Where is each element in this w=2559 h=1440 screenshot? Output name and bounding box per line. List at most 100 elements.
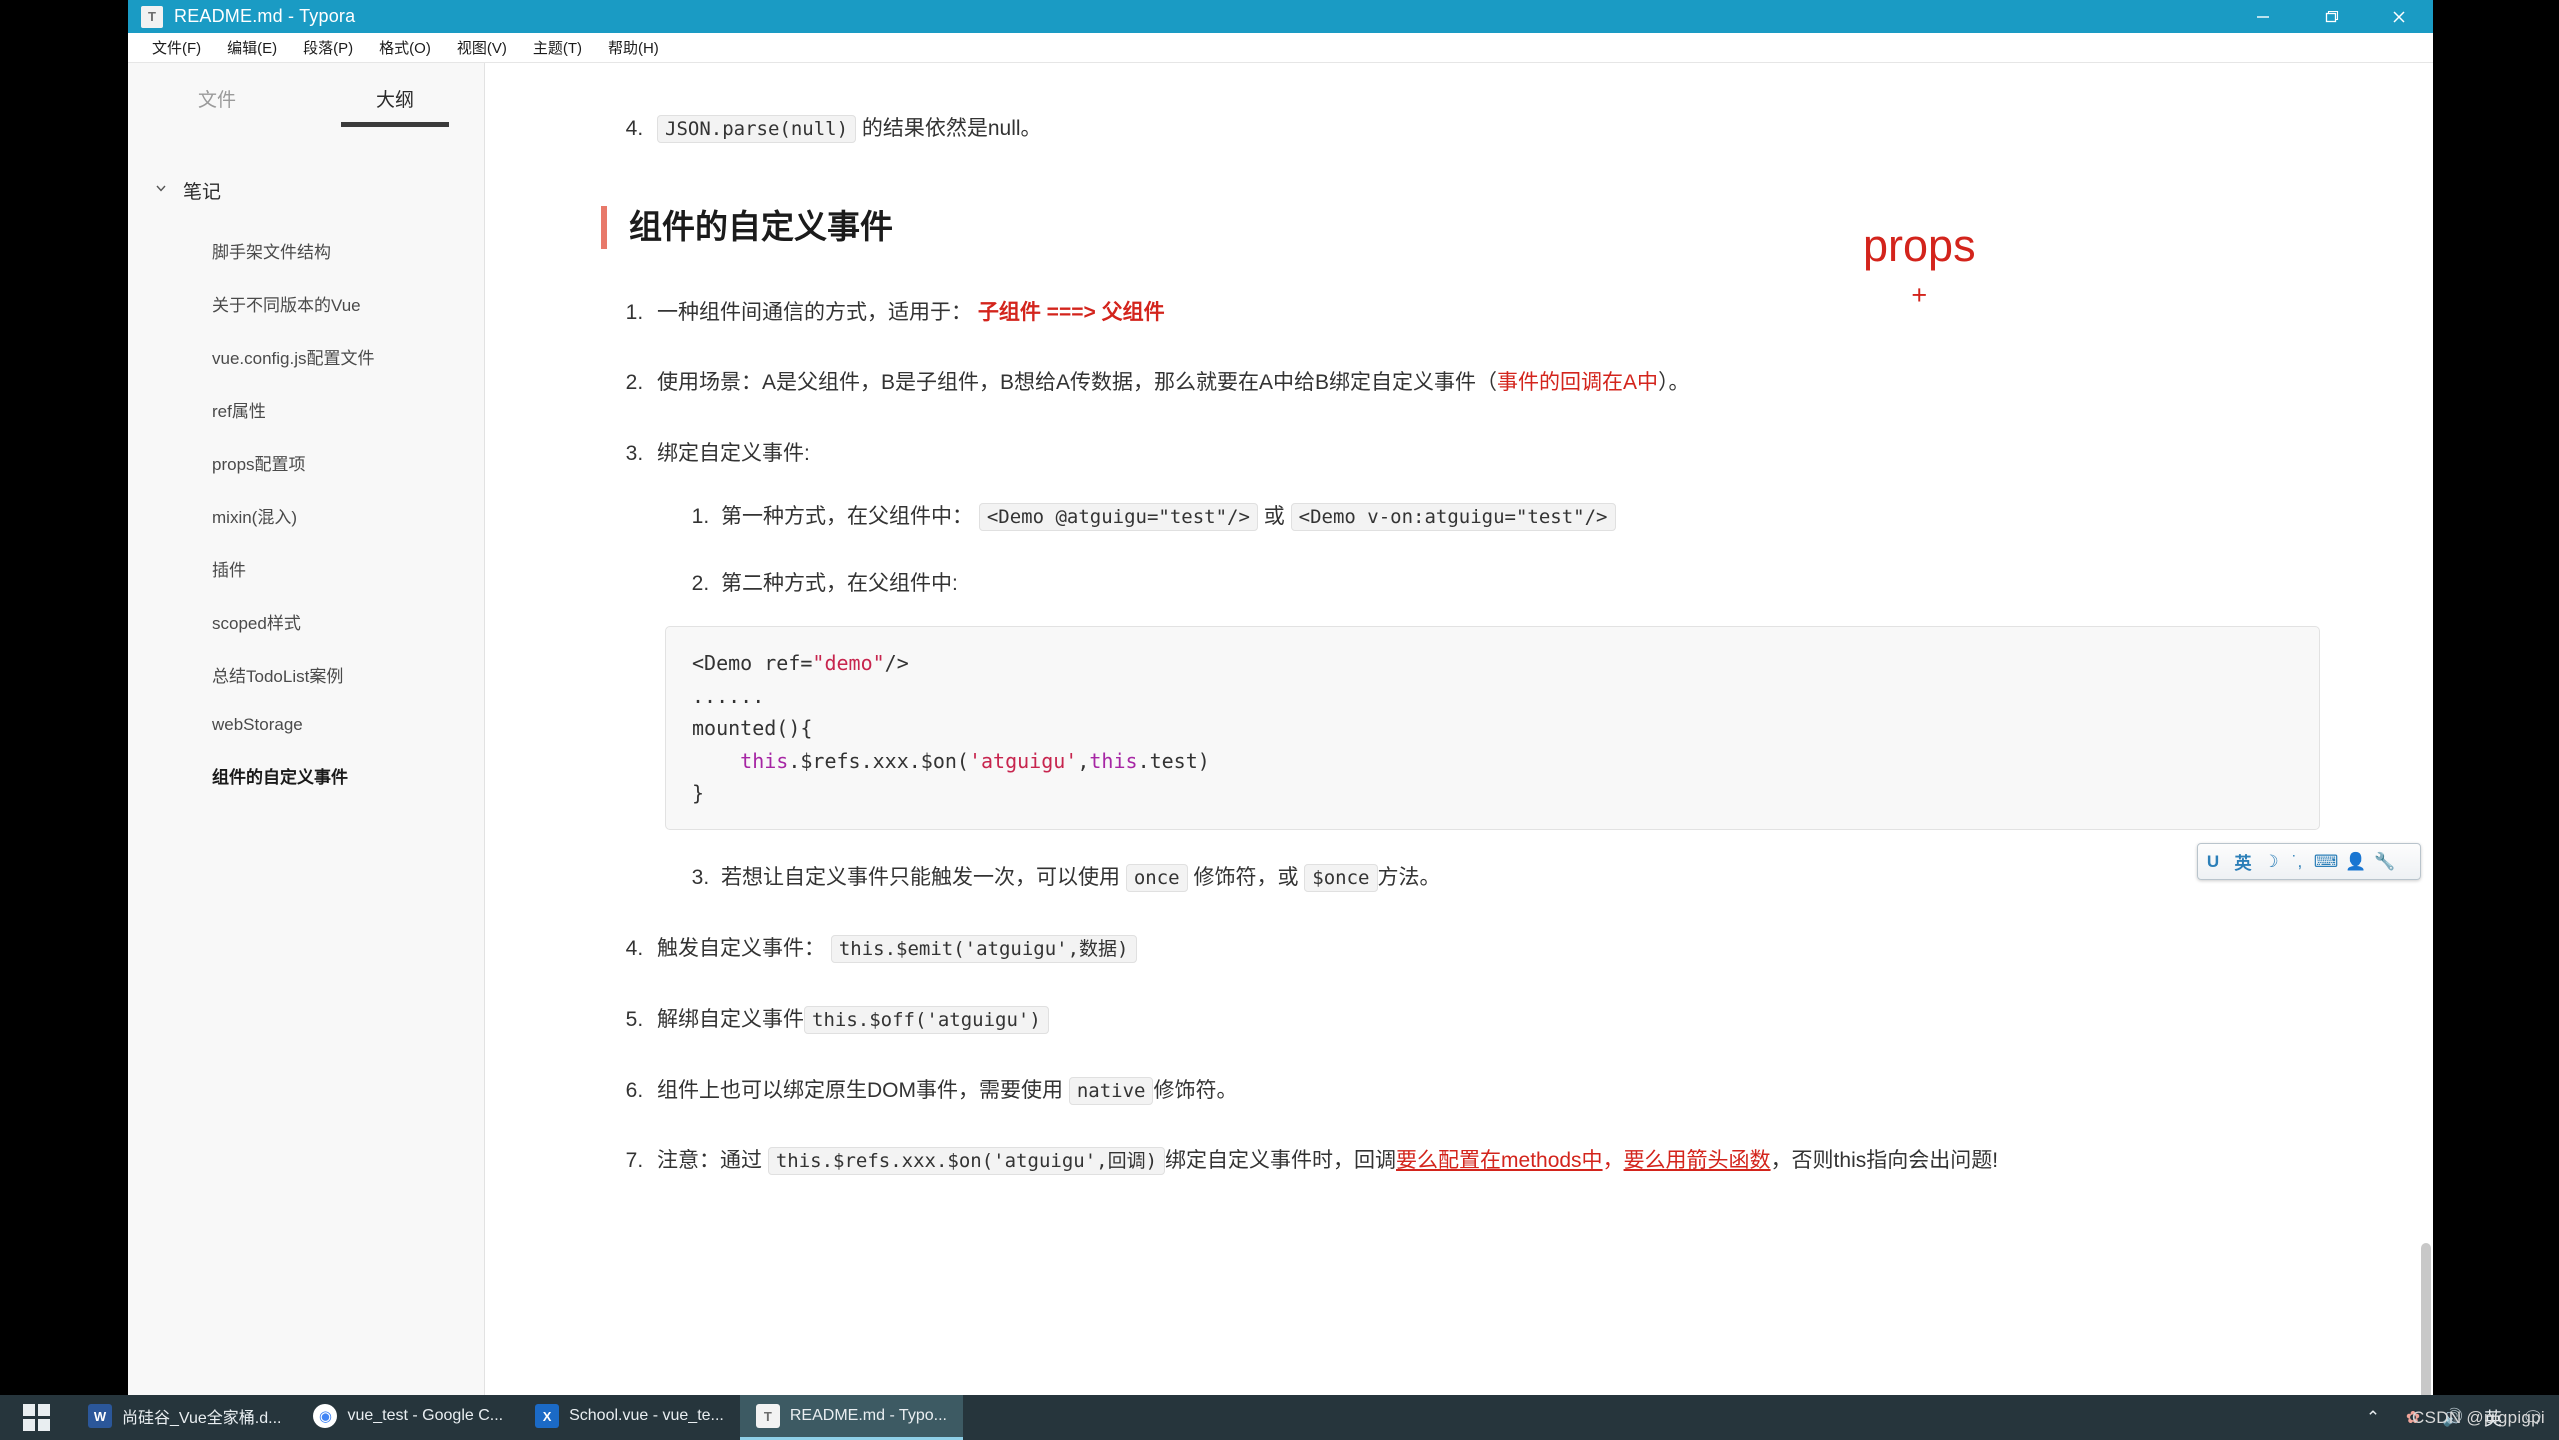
sub-3-3-mid: 修饰符，或 <box>1193 866 1299 890</box>
word-icon: W <box>88 1404 112 1428</box>
ime-punctuation-icon[interactable]: ˙, <box>2284 844 2310 879</box>
item-7-sep: ， <box>1602 1149 1624 1173</box>
code-block-mounted[interactable]: <Demo ref="demo"/> ...... mounted(){ thi… <box>665 626 2320 831</box>
taskbar-item-chrome[interactable]: ◉ vue_test - Google C... <box>297 1395 519 1440</box>
sidebar-tabs: 文件 大纲 <box>128 63 484 163</box>
sidebar-item-4[interactable]: props配置项 <box>128 436 484 489</box>
tab-outline[interactable]: 大纲 <box>306 85 484 127</box>
item-1-highlight: 子组件 ===> 父组件 <box>977 300 1165 324</box>
editor-area[interactable]: JSON.parse(null) 的结果依然是null。 组件的自定义事件 一种… <box>485 63 2433 1395</box>
code-native: native <box>1068 1076 1154 1105</box>
desktop-background-right <box>2433 0 2559 1395</box>
sidebar-item-9[interactable]: webStorage <box>128 701 484 749</box>
vscode-icon: X <box>535 1404 560 1428</box>
typora-icon: T <box>755 1404 780 1428</box>
taskbar-item-typora[interactable]: T README.md - Typo... <box>739 1395 963 1440</box>
start-button[interactable] <box>0 1395 72 1440</box>
sub-item-3-2: 第二种方式，在父组件中: <Demo ref="demo"/> ...... m… <box>665 566 2320 831</box>
menu-file[interactable]: 文件(F) <box>139 34 214 61</box>
taskbar-item-word[interactable]: W 尚硅谷_Vue全家桶.d... <box>72 1395 297 1440</box>
sub-3-2-text: 第二种方式，在父组件中: <box>721 571 958 595</box>
item-2-tail: ）。 <box>1658 371 1690 395</box>
sidebar-item-10[interactable]: 组件的自定义事件 <box>128 749 484 802</box>
chevron-down-icon <box>154 181 170 198</box>
menu-help[interactable]: 帮助(H) <box>595 34 672 61</box>
item-2-highlight: 事件的回调在A中 <box>1497 371 1659 395</box>
outline-root-item[interactable]: 笔记 <box>128 163 484 218</box>
sidebar-item-2[interactable]: vue.config.js配置文件 <box>128 330 484 383</box>
code-dollar-once: $once <box>1304 864 1378 893</box>
taskbar-item-chrome-label: vue_test - Google C... <box>347 1407 504 1424</box>
sidebar-item-3[interactable]: ref属性 <box>128 383 484 436</box>
tab-files[interactable]: 文件 <box>128 85 306 127</box>
window-body: 文件 大纲 笔记 脚手架文件结构 关于不同版本的Vue vue.config.j… <box>128 63 2433 1395</box>
vertical-scrollbar[interactable] <box>2421 1243 2431 1395</box>
previous-section-list: JSON.parse(null) 的结果依然是null。 <box>601 111 2313 148</box>
item-5-text: 解绑自定义事件 <box>657 1007 804 1031</box>
outline-list: 脚手架文件结构 关于不同版本的Vue vue.config.js配置文件 ref… <box>128 218 484 802</box>
menu-bar: 文件(F) 编辑(E) 段落(P) 格式(O) 视图(V) 主题(T) 帮助(H… <box>128 33 2433 63</box>
list-item-5: 解绑自定义事件this.$off('atguigu') <box>649 1002 2313 1039</box>
document-content: JSON.parse(null) 的结果依然是null。 组件的自定义事件 一种… <box>485 63 2433 1395</box>
screen: T README.md - Typora 文件(F) 编辑(E) 段落(P) 格… <box>0 0 2559 1440</box>
item-7-mid: 绑定自定义事件时，回调 <box>1165 1149 1397 1173</box>
sub-3-3-text: 若想让自定义事件只能触发一次，可以使用 <box>721 866 1120 890</box>
sidebar-item-0[interactable]: 脚手架文件结构 <box>128 224 484 277</box>
show-hidden-icons-chevron[interactable]: ⌃ <box>2353 1395 2393 1440</box>
maximize-button[interactable] <box>2297 0 2365 33</box>
prev-item-tail: 的结果依然是null。 <box>856 117 1042 140</box>
close-button[interactable] <box>2365 0 2433 33</box>
taskbar-item-vscode-label: School.vue - vue_te... <box>569 1407 724 1424</box>
sidebar-item-7[interactable]: scoped样式 <box>128 595 484 648</box>
menu-view[interactable]: 视图(V) <box>444 34 520 61</box>
menu-format[interactable]: 格式(O) <box>366 34 444 61</box>
code-refs-on-atguigu: this.$refs.xxx.$on('atguigu',回调) <box>767 1147 1166 1176</box>
sub-item-3-3: 若想让自定义事件只能触发一次，可以使用 once 修饰符，或 $once方法。 <box>715 860 2313 897</box>
item-7-highlight-1: 要么配置在methods中 <box>1396 1149 1603 1173</box>
code-demo-von-atguigu: <Demo v-on:atguigu="test"/> <box>1290 502 1616 531</box>
ime-toolbox-icon[interactable]: 🔧 <box>2370 844 2400 879</box>
main-list: 一种组件间通信的方式，适用于： 子组件 ===> 父组件 使用场景：A是父组件，… <box>601 295 2320 1180</box>
item-6-tail: 修饰符。 <box>1153 1078 1238 1102</box>
windows-logo-icon <box>22 1404 50 1431</box>
menu-theme[interactable]: 主题(T) <box>520 34 595 61</box>
item-7-tail: ，否则this指向会出问题! <box>1770 1149 1999 1173</box>
outline-root-label: 笔记 <box>183 182 222 203</box>
list-item-1: 一种组件间通信的方式，适用于： 子组件 ===> 父组件 <box>649 295 2313 332</box>
code-emit-atguigu: this.$emit('atguigu',数据) <box>830 935 1137 964</box>
taskbar: W 尚硅谷_Vue全家桶.d... ◉ vue_test - Google C.… <box>0 1395 2559 1440</box>
sidebar-item-1[interactable]: 关于不同版本的Vue <box>128 277 484 330</box>
list-item-4: 触发自定义事件： this.$emit('atguigu',数据) <box>649 931 2313 968</box>
item-7-highlight-2: 要么用箭头函数 <box>1623 1149 1771 1173</box>
ime-keyboard-icon[interactable]: ⌨ <box>2310 844 2342 879</box>
sogou-logo-icon[interactable]: U <box>2198 844 2228 879</box>
list-item-3: 绑定自定义事件: 第一种方式，在父组件中： <Demo @atguigu="te… <box>649 436 2320 897</box>
minimize-button[interactable] <box>2229 0 2297 33</box>
list-item-7: 注意：通过 this.$refs.xxx.$on('atguigu',回调)绑定… <box>649 1143 2313 1180</box>
sub-item-3-1: 第一种方式，在父组件中： <Demo @atguigu="test"/> 或 <… <box>715 499 2313 536</box>
list-item-2: 使用场景：A是父组件，B是子组件，B想给A传数据，那么就要在A中给B绑定自定义事… <box>649 365 2313 402</box>
menu-edit[interactable]: 编辑(E) <box>214 34 290 61</box>
ime-floating-toolbar[interactable]: U 英 ☽ ˙, ⌨ 👤 🔧 <box>2197 843 2421 880</box>
list-item-prev: JSON.parse(null) 的结果依然是null。 <box>649 111 2313 148</box>
sub-3-1-text: 第一种方式，在父组件中： <box>721 504 973 528</box>
sidebar-item-8[interactable]: 总结TodoList案例 <box>128 648 484 701</box>
code-once: once <box>1125 864 1188 893</box>
taskbar-item-word-label: 尚硅谷_Vue全家桶.d... <box>122 1410 282 1427</box>
sidebar-item-6[interactable]: 插件 <box>128 542 484 595</box>
menu-paragraph[interactable]: 段落(P) <box>290 34 366 61</box>
ime-user-icon[interactable]: 👤 <box>2342 844 2370 879</box>
item-1-text: 一种组件间通信的方式，适用于： <box>657 300 972 324</box>
ime-moon-icon[interactable]: ☽ <box>2258 844 2284 879</box>
sidebar: 文件 大纲 笔记 脚手架文件结构 关于不同版本的Vue vue.config.j… <box>128 63 485 1395</box>
code-demo-atguigu-shorthand: <Demo @atguigu="test"/> <box>978 502 1258 531</box>
code-off-atguigu: this.$off('atguigu') <box>804 1005 1049 1034</box>
chrome-icon: ◉ <box>313 1404 338 1428</box>
taskbar-item-vscode[interactable]: X School.vue - vue_te... <box>519 1395 740 1440</box>
typora-window: T README.md - Typora 文件(F) 编辑(E) 段落(P) 格… <box>128 0 2433 1395</box>
sidebar-item-5[interactable]: mixin(混入) <box>128 489 484 542</box>
taskbar-item-typora-label: README.md - Typo... <box>789 1407 947 1424</box>
ime-language-icon[interactable]: 英 <box>2228 844 2258 879</box>
item-4-text: 触发自定义事件： <box>657 937 825 961</box>
item-6-text: 组件上也可以绑定原生DOM事件，需要使用 <box>657 1078 1063 1102</box>
